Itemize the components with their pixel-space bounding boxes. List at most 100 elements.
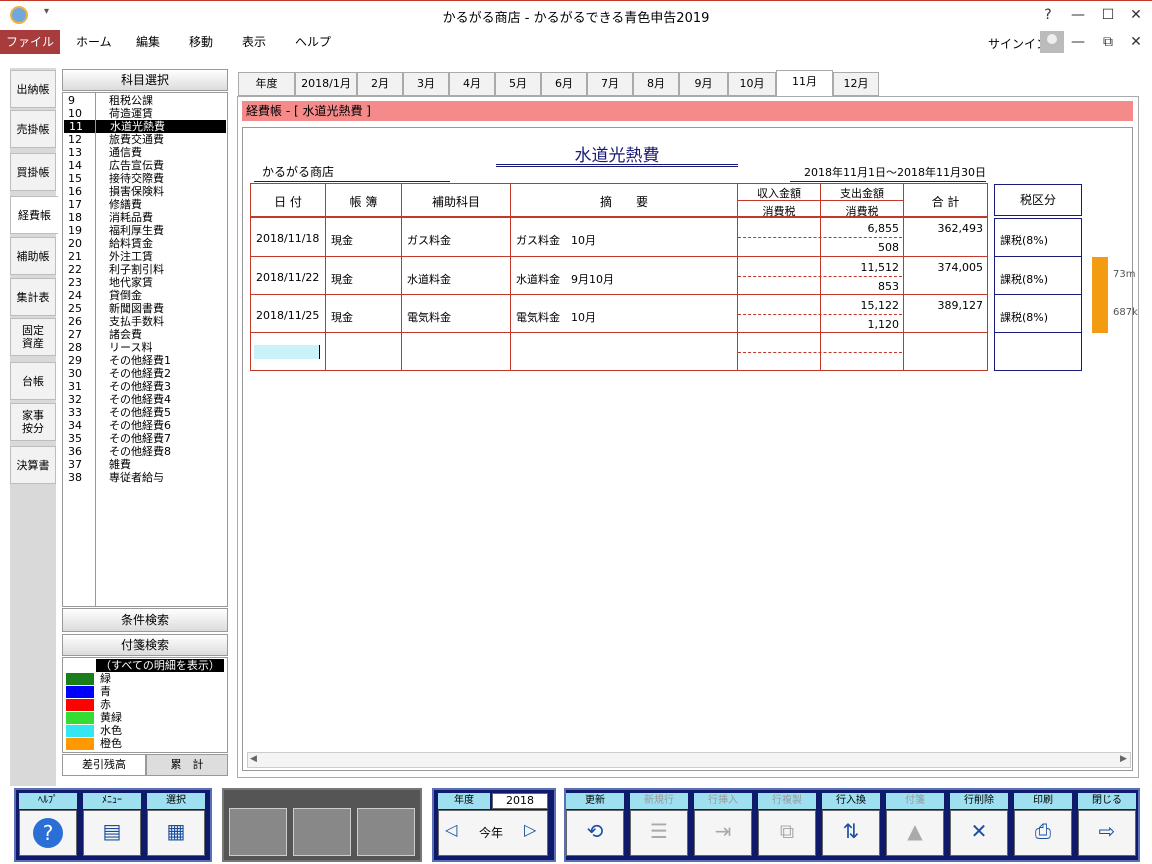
menu-button[interactable]: ▤ bbox=[83, 810, 141, 856]
cell-sub-account[interactable]: 電気料金 bbox=[407, 309, 507, 325]
year-field[interactable]: 2018 bbox=[492, 793, 548, 809]
new-row-button[interactable]: ☰ bbox=[630, 810, 688, 856]
list-item[interactable]: 17 修繕費 bbox=[63, 198, 225, 211]
tab-month-4[interactable]: 4月 bbox=[449, 72, 495, 96]
new-row-date-input[interactable] bbox=[254, 345, 320, 359]
tab-month-10[interactable]: 10月 bbox=[728, 72, 776, 96]
copy-row-button[interactable]: ⧉ bbox=[758, 810, 816, 856]
list-item[interactable]: 18 消耗品費 bbox=[63, 211, 225, 224]
prev-year-icon[interactable]: ◁ bbox=[445, 820, 457, 839]
left-tab-5[interactable]: 集計表 bbox=[10, 278, 56, 316]
this-year-button[interactable]: 今年 bbox=[479, 824, 503, 841]
tab-month-9[interactable]: 9月 bbox=[679, 72, 728, 96]
list-item[interactable]: 29 その他経費1 bbox=[63, 354, 225, 367]
list-item[interactable]: 21 外注工賃 bbox=[63, 250, 225, 263]
close-button[interactable]: ✕ bbox=[1121, 4, 1151, 26]
maximize-button[interactable]: ☐ bbox=[1093, 4, 1123, 26]
cell-book[interactable]: 現金 bbox=[331, 232, 397, 248]
left-tab-7[interactable]: 台帳 bbox=[10, 362, 56, 400]
menu-help[interactable]: ヘルプ bbox=[295, 30, 331, 54]
list-item[interactable]: 13 通信費 bbox=[63, 146, 225, 159]
menu-view[interactable]: 表示 bbox=[242, 30, 266, 54]
cell-tax-class[interactable]: 課税(8%) bbox=[1000, 309, 1078, 325]
list-item[interactable]: 10 荷造運賃 bbox=[63, 107, 225, 120]
delete-row-button[interactable]: ✕ bbox=[950, 810, 1008, 856]
list-item[interactable]: 32 その他経費4 bbox=[63, 393, 225, 406]
condition-search-button[interactable]: 条件検索 bbox=[62, 608, 228, 632]
tab-cumulative[interactable]: 累 計 bbox=[146, 754, 228, 776]
list-item[interactable]: 19 福利厚生費 bbox=[63, 224, 225, 237]
list-item[interactable]: 28 リース料 bbox=[63, 341, 225, 354]
cell-description[interactable]: 電気料金 10月 bbox=[516, 309, 734, 325]
cell-sub-account[interactable]: 水道料金 bbox=[407, 271, 507, 287]
tag-button[interactable]: ▲ bbox=[886, 810, 944, 856]
cell-total[interactable]: 362,493 bbox=[905, 222, 984, 235]
cell-description[interactable]: ガス料金 10月 bbox=[516, 232, 734, 248]
list-item[interactable]: 14 広告宣伝費 bbox=[63, 159, 225, 172]
left-tab-2[interactable]: 買掛帳 bbox=[10, 153, 56, 191]
tab-month-11[interactable]: 11月 bbox=[776, 70, 833, 97]
cell-date[interactable]: 2018/11/25 bbox=[256, 309, 322, 322]
tab-month-7[interactable]: 7月 bbox=[587, 72, 633, 96]
list-item[interactable]: 34 その他経費6 bbox=[63, 419, 225, 432]
list-item[interactable]: 15 接待交際費 bbox=[63, 172, 225, 185]
list-item[interactable]: 24 貸倒金 bbox=[63, 289, 225, 302]
left-tab-3[interactable]: 経費帳 bbox=[10, 196, 58, 234]
signin-link[interactable]: サインイン bbox=[988, 35, 1048, 52]
cell-total[interactable]: 389,127 bbox=[905, 299, 984, 312]
help-icon[interactable]: ? bbox=[1033, 4, 1063, 26]
tag-color-swatch[interactable] bbox=[66, 699, 94, 711]
cell-date[interactable]: 2018/11/18 bbox=[256, 232, 322, 245]
cell-book[interactable]: 現金 bbox=[331, 309, 397, 325]
tag-label[interactable]: 水色 bbox=[100, 725, 122, 737]
tab-month-12[interactable]: 12月 bbox=[833, 72, 879, 96]
list-item[interactable]: 36 その他経費8 bbox=[63, 445, 225, 458]
tab-month-2[interactable]: 2月 bbox=[357, 72, 403, 96]
cell-tax-class[interactable]: 課税(8%) bbox=[1000, 232, 1078, 248]
cell-sub-account[interactable]: ガス料金 bbox=[407, 232, 507, 248]
tab-month-0[interactable]: 年度 bbox=[238, 72, 295, 96]
tag-color-swatch[interactable] bbox=[66, 725, 94, 737]
tab-month-5[interactable]: 5月 bbox=[495, 72, 541, 96]
menu-edit[interactable]: 編集 bbox=[136, 30, 160, 54]
list-item[interactable]: 20 給料賃金 bbox=[63, 237, 225, 250]
tag-label[interactable]: 青 bbox=[100, 686, 111, 698]
list-item[interactable]: 25 新聞図書費 bbox=[63, 302, 225, 315]
cell-description[interactable]: 水道料金 9月10月 bbox=[516, 271, 734, 287]
tag-label[interactable]: 緑 bbox=[100, 673, 111, 685]
doc-minimize-button[interactable]: — bbox=[1063, 31, 1093, 53]
scroll-left-icon[interactable]: ◀ bbox=[250, 754, 257, 764]
minimize-button[interactable]: — bbox=[1063, 4, 1093, 26]
tag-search-button[interactable]: 付箋検索 bbox=[62, 634, 228, 656]
tab-month-1[interactable]: 2018/1月 bbox=[295, 72, 357, 96]
doc-restore-button[interactable]: ⧉ bbox=[1093, 31, 1123, 53]
select-button[interactable]: ▦ bbox=[147, 810, 205, 856]
next-year-icon[interactable]: ▷ bbox=[524, 820, 536, 839]
list-item[interactable]: 9 租税公課 bbox=[63, 94, 225, 107]
tag-marker[interactable] bbox=[1092, 295, 1108, 333]
horizontal-scrollbar[interactable] bbox=[247, 752, 1131, 768]
account-list[interactable]: 9 租税公課 10 荷造運賃 11 水道光熱費 12 旅費交通費 13 通信費 14 広告宣伝費 15 接… bbox=[62, 92, 228, 607]
refresh-button[interactable]: ⟲ bbox=[566, 810, 624, 856]
print-button[interactable]: ⎙ bbox=[1014, 810, 1072, 856]
list-item[interactable]: 23 地代家賃 bbox=[63, 276, 225, 289]
list-item[interactable]: 31 その他経費3 bbox=[63, 380, 225, 393]
cell-date[interactable]: 2018/11/22 bbox=[256, 271, 322, 284]
tab-month-8[interactable]: 8月 bbox=[633, 72, 679, 96]
help-button[interactable]: ? bbox=[19, 810, 77, 856]
list-item[interactable]: 30 その他経費2 bbox=[63, 367, 225, 380]
avatar[interactable] bbox=[1040, 31, 1064, 53]
cell-book[interactable]: 現金 bbox=[331, 271, 397, 287]
tag-marker[interactable] bbox=[1092, 257, 1108, 295]
list-item[interactable]: 12 旅費交通費 bbox=[63, 133, 225, 146]
left-tab-6[interactable]: 固定 資産 bbox=[10, 318, 56, 356]
tab-balance[interactable]: 差引残高 bbox=[62, 754, 146, 776]
left-tab-4[interactable]: 補助帳 bbox=[10, 237, 56, 275]
list-item[interactable]: 37 雑費 bbox=[63, 458, 225, 471]
tag-color-swatch[interactable] bbox=[66, 686, 94, 698]
tab-month-6[interactable]: 6月 bbox=[541, 72, 587, 96]
left-tab-1[interactable]: 売掛帳 bbox=[10, 110, 56, 148]
left-tab-8[interactable]: 家事 按分 bbox=[10, 403, 56, 441]
scroll-right-icon[interactable]: ▶ bbox=[1120, 754, 1127, 764]
list-item[interactable]: 26 支払手数料 bbox=[63, 315, 225, 328]
